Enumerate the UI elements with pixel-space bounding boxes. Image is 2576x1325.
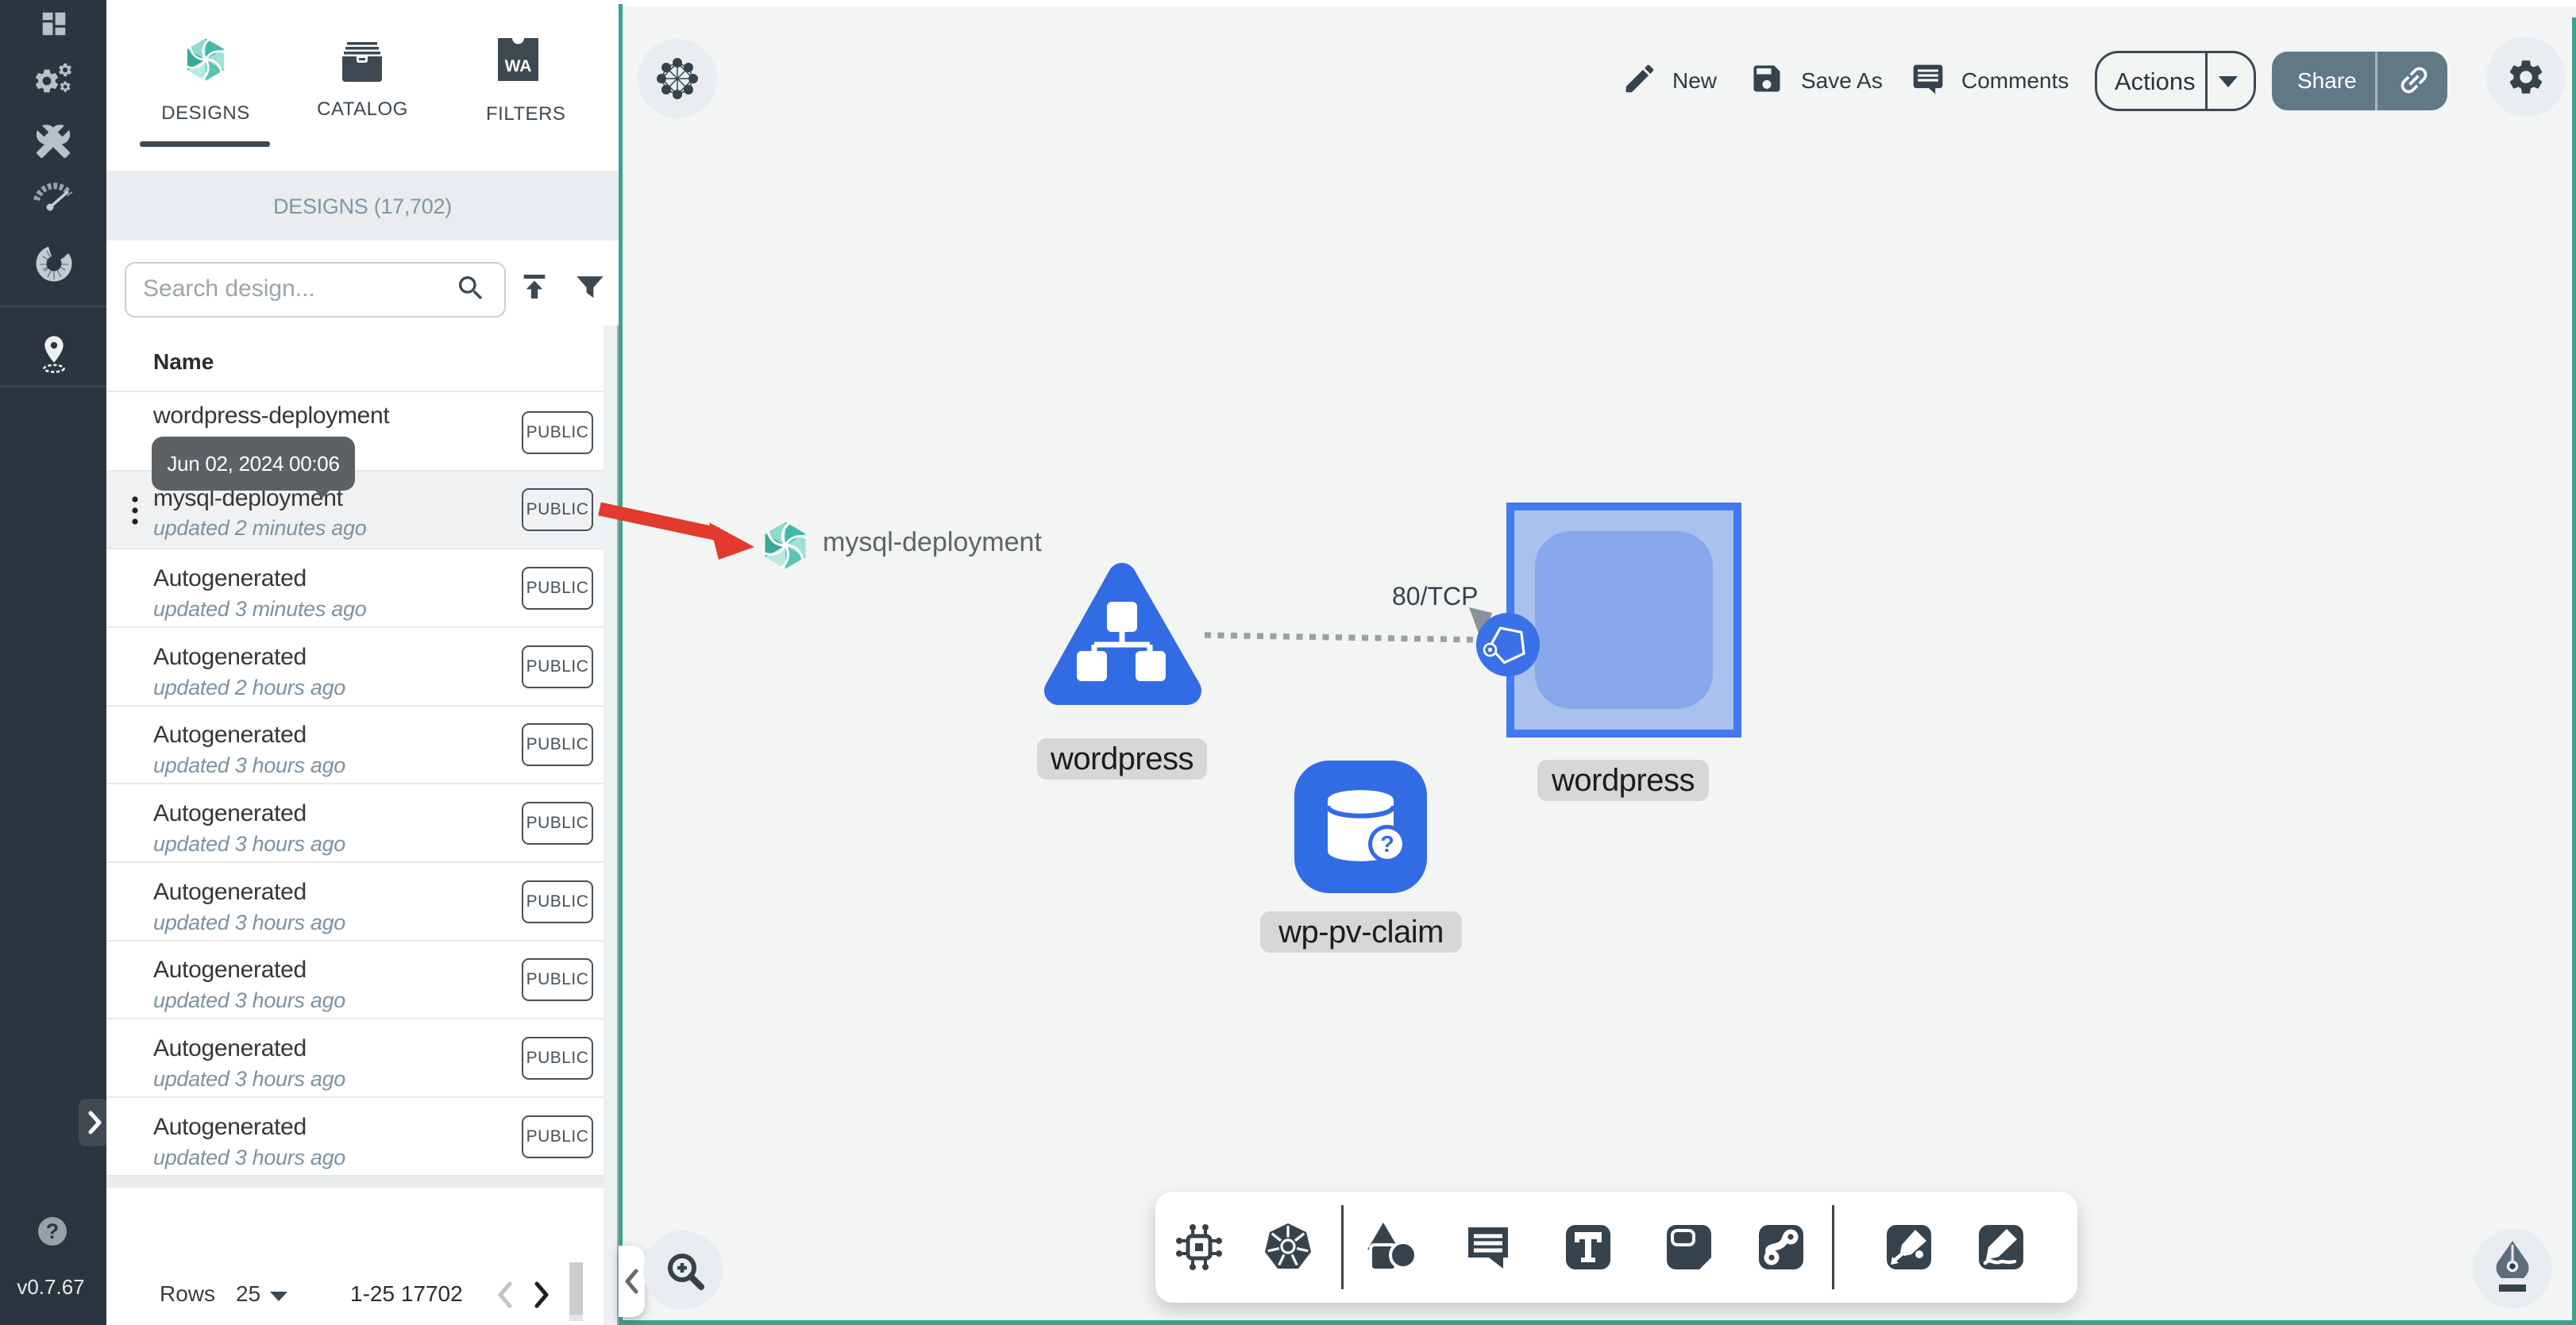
svg-text:WA: WA: [505, 57, 532, 75]
svg-text:?: ?: [1380, 832, 1394, 857]
